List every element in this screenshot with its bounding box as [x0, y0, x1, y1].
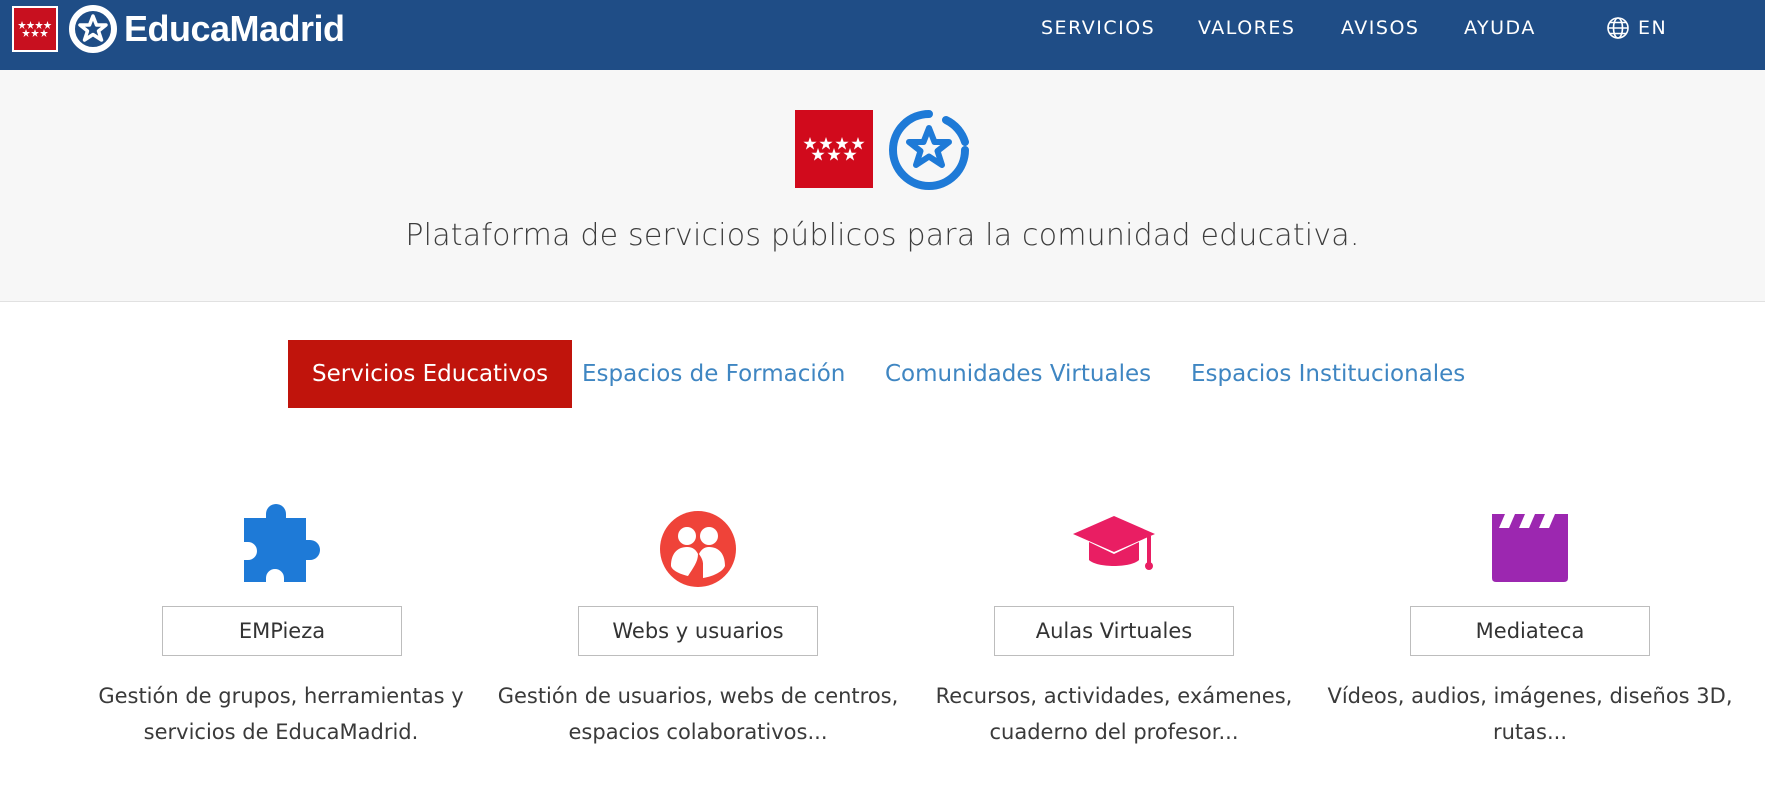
service-button-webs-y-usuarios[interactable]: Webs y usuarios — [578, 606, 818, 656]
globe-icon — [1607, 17, 1629, 39]
service-button-mediateca[interactable]: Mediateca — [1410, 606, 1650, 656]
nav-avisos[interactable]: AVISOS — [1341, 0, 1419, 56]
tab-comunidades-virtuales[interactable]: Comunidades Virtuales — [885, 340, 1151, 408]
nav-servicios[interactable]: SERVICIOS — [1041, 0, 1155, 56]
tab-espacios-de-formacion[interactable]: Espacios de Formación — [582, 340, 845, 408]
puzzle-icon — [244, 504, 320, 582]
educamadrid-emblem-icon — [69, 5, 117, 53]
madrid-flag-icon — [795, 110, 873, 188]
tab-espacios-institucionales[interactable]: Espacios Institucionales — [1191, 340, 1465, 408]
services-grid: EMPieza Gestión de grupos, herramientas … — [0, 490, 1765, 790]
service-button-aulas-virtuales[interactable]: Aulas Virtuales — [994, 606, 1234, 656]
users-icon — [660, 511, 736, 587]
language-switcher[interactable]: EN — [1606, 0, 1667, 56]
service-description: Vídeos, audios, imágenes, diseños 3D, ru… — [1327, 684, 1733, 744]
service-description: Gestión de grupos, herramientas y servic… — [98, 684, 464, 744]
brand-name: EducaMadrid — [124, 8, 345, 49]
brand-logo-link[interactable]: EducaMadrid — [12, 5, 345, 53]
clapperboard-icon — [1492, 514, 1568, 582]
hero-tagline: Plataforma de servicios públicos para la… — [405, 218, 1360, 253]
service-description: Recursos, actividades, exámenes, cuadern… — [935, 684, 1293, 744]
madrid-flag-icon — [12, 6, 58, 52]
language-label: EN — [1638, 17, 1668, 39]
nav-valores[interactable]: VALORES — [1198, 0, 1295, 56]
nav-ayuda[interactable]: AYUDA — [1464, 0, 1536, 56]
service-description: Gestión de usuarios, webs de centros, es… — [497, 684, 899, 744]
hero-section: Plataforma de servicios públicos para la… — [0, 70, 1765, 302]
tab-servicios-educativos[interactable]: Servicios Educativos — [288, 340, 573, 408]
graduation-cap-icon — [1073, 516, 1155, 570]
service-button-empieza[interactable]: EMPieza — [162, 606, 402, 656]
top-navbar: EducaMadrid SERVICIOS VALORES AVISOS AYU… — [0, 0, 1765, 70]
educamadrid-emblem-icon — [889, 110, 969, 190]
